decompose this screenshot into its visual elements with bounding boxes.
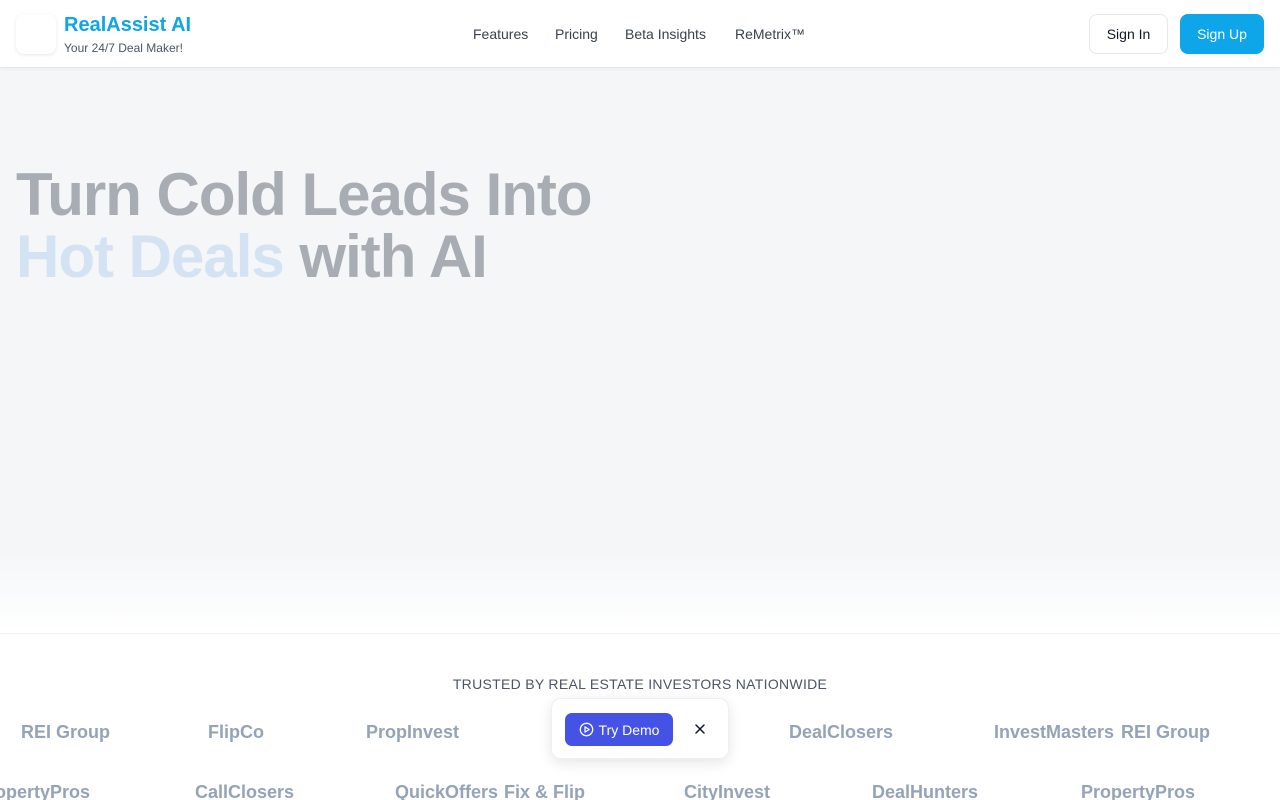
partner-logo: DealHunters bbox=[872, 782, 979, 800]
trusted-heading: TRUSTED BY REAL ESTATE INVESTORS NATIONW… bbox=[452, 676, 828, 692]
sign-in-button[interactable]: Sign In bbox=[1089, 14, 1168, 54]
nav-link-features[interactable]: Features bbox=[473, 26, 528, 42]
close-icon[interactable] bbox=[692, 721, 708, 737]
hero-title-highlight: Hot Deals bbox=[16, 223, 285, 290]
partner-logo: PropertyPros bbox=[1081, 782, 1196, 800]
hero-title: Turn Cold Leads Into Hot Deals with AI bbox=[16, 161, 593, 290]
nav-link-pricing[interactable]: Pricing bbox=[555, 26, 598, 42]
sign-up-button[interactable]: Sign Up bbox=[1180, 14, 1264, 54]
hero-title-line1: Turn Cold Leads Into bbox=[16, 161, 593, 228]
partner-logo: FlipCo bbox=[208, 722, 264, 742]
site-header: RealAssist AI Your 24/7 Deal Maker! Feat… bbox=[0, 0, 1280, 68]
partner-logo: PropInvest bbox=[366, 722, 460, 742]
partner-logo: DealClosers bbox=[789, 722, 894, 742]
hero-section: Turn Cold Leads Into Hot Deals with AI bbox=[0, 68, 1280, 634]
nav-link-beta-insights[interactable]: Beta Insights bbox=[625, 26, 706, 42]
demo-popup: Try Demo bbox=[551, 698, 729, 759]
brand-name[interactable]: RealAssist AI bbox=[64, 14, 191, 37]
partner-logo: CallClosers bbox=[195, 782, 295, 800]
partner-logo: Fix & Flip bbox=[504, 782, 585, 800]
partner-logo: CityInvest bbox=[684, 782, 771, 800]
nav-link-remetrix[interactable]: ReMetrix™ bbox=[735, 26, 805, 42]
partner-logo: REI Group bbox=[21, 722, 110, 742]
partner-logo: PropertyPros bbox=[0, 782, 91, 800]
logo[interactable] bbox=[16, 14, 56, 54]
partner-logo: REI Group bbox=[1121, 722, 1210, 742]
try-demo-button[interactable]: Try Demo bbox=[565, 713, 673, 746]
try-demo-label: Try Demo bbox=[598, 721, 660, 738]
partner-logo: InvestMasters bbox=[994, 722, 1115, 742]
hero-title-rest: with AI bbox=[283, 223, 487, 290]
brand-tagline: Your 24/7 Deal Maker! bbox=[64, 41, 183, 55]
partner-logo: QuickOffers bbox=[395, 782, 499, 800]
play-circle-icon bbox=[579, 722, 594, 737]
